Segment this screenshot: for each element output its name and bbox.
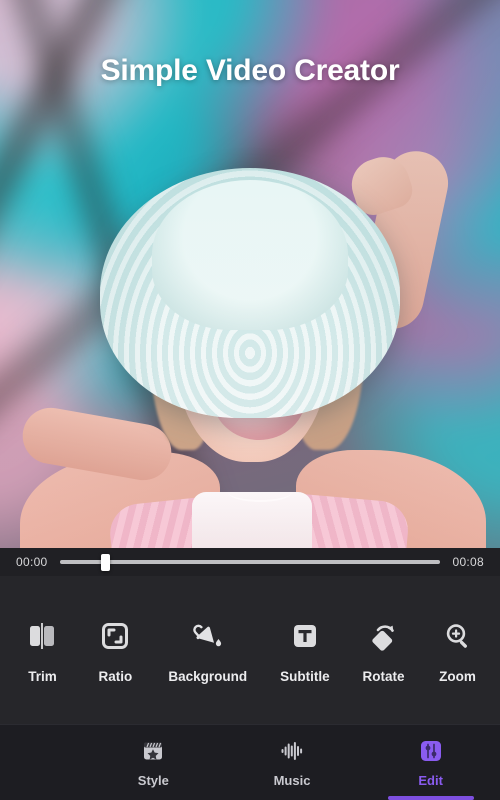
seek-thumb[interactable] <box>101 553 111 571</box>
toolbar-item-rotate[interactable]: Rotate <box>363 616 405 684</box>
seek-slider[interactable] <box>59 552 441 572</box>
toolbar-label-rotate: Rotate <box>362 669 405 684</box>
seek-track[interactable] <box>59 560 441 564</box>
toolbar-item-zoom[interactable]: Zoom <box>438 616 478 684</box>
nav-item-style[interactable]: Style <box>84 725 223 800</box>
toolbar-label-ratio: Ratio <box>98 669 133 684</box>
toolbar-label-subtitle: Subtitle <box>280 669 330 684</box>
current-time-label: 00:00 <box>16 555 48 569</box>
subtitle-text-icon <box>285 616 325 656</box>
toolbar-item-subtitle[interactable]: Subtitle <box>280 616 330 684</box>
edit-toolbar: Trim Ratio Background Subtitle Rotate Zo… <box>0 576 500 724</box>
ratio-icon <box>95 616 135 656</box>
toolbar-label-zoom: Zoom <box>439 669 476 684</box>
toolbar-item-trim[interactable]: Trim <box>22 616 62 684</box>
trim-icon <box>22 616 62 656</box>
nav-item-music[interactable]: Music <box>223 725 362 800</box>
page-title: Simple Video Creator <box>100 54 400 87</box>
sliders-icon <box>418 738 444 764</box>
nav-label-music: Music <box>273 772 311 788</box>
necklace <box>228 482 292 502</box>
toolbar-label-background: Background <box>168 669 248 684</box>
nav-label-edit: Edit <box>418 772 443 788</box>
total-time-label: 00:08 <box>452 555 484 569</box>
sun-hat-crown <box>152 180 348 330</box>
timeline-bar: 00:00 00:08 <box>0 548 500 576</box>
toolbar-item-ratio[interactable]: Ratio <box>95 616 135 684</box>
video-editor-screen: Simple Video Creator 00:00 00:08 Trim Ra… <box>0 0 500 800</box>
toolbar-item-background[interactable]: Background <box>168 616 247 684</box>
video-preview[interactable]: Simple Video Creator <box>0 0 500 548</box>
waveform-icon <box>279 738 305 764</box>
paint-bucket-icon <box>188 616 228 656</box>
clapperboard-star-icon <box>140 738 166 764</box>
nav-item-edit[interactable]: Edit <box>361 725 500 800</box>
zoom-in-icon <box>438 616 478 656</box>
toolbar-label-trim: Trim <box>28 669 57 684</box>
bottom-navigation: Style Music Edit <box>0 724 500 800</box>
rotate-icon <box>364 616 404 656</box>
nav-label-style: Style <box>137 772 169 788</box>
active-tab-indicator <box>387 796 474 800</box>
